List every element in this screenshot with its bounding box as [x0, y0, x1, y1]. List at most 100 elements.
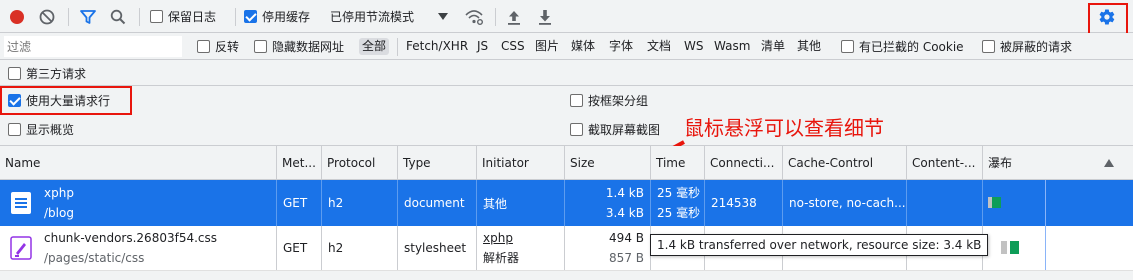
network-conditions-button[interactable]: [464, 0, 484, 33]
type-filter-manifest[interactable]: 清单: [758, 38, 788, 55]
hide-data-urls-check[interactable]: [254, 40, 267, 53]
hide-data-urls-label: 隐藏数据网址: [272, 40, 345, 54]
record-button[interactable]: [8, 0, 26, 33]
cell-name: chunk-vendors.26803f54.css /pages/static…: [0, 226, 277, 270]
disable-cache-check[interactable]: [244, 10, 257, 23]
type-filter-css[interactable]: CSS: [498, 38, 528, 55]
throttling-label: 已停用节流模式: [330, 10, 415, 24]
cell-size: 494 B 857 B: [565, 226, 651, 270]
capture-screenshots-label: 截取屏幕截图: [588, 123, 661, 137]
clear-icon: [39, 9, 55, 24]
cell-cache-control: no-store, no-cach...: [783, 180, 907, 226]
blocked-requests-checkbox[interactable]: 被屏蔽的请求: [982, 30, 1072, 63]
type-filter-fetch-xhr[interactable]: Fetch/XHR: [403, 38, 471, 55]
throttling-select[interactable]: 已停用节流模式: [330, 0, 449, 33]
show-overview-checkbox[interactable]: 显示概览: [8, 115, 74, 144]
invert-label: 反转: [215, 40, 240, 54]
group-by-frame-label: 按框架分组: [588, 94, 649, 108]
size-tooltip: 1.4 kB transferred over network, resourc…: [650, 234, 989, 256]
type-filter-ws[interactable]: WS: [681, 38, 706, 55]
filter-icon: [80, 9, 96, 24]
table-row[interactable]: [0, 270, 1133, 280]
size-transferred: 494 B: [609, 231, 644, 245]
col-header-size[interactable]: Size: [565, 146, 651, 180]
blocked-cookies-label: 有已拦截的 Cookie: [859, 40, 964, 54]
cell-waterfall: [983, 226, 1133, 270]
waterfall-label: 瀑布: [988, 156, 1013, 170]
type-filter-font[interactable]: 字体: [606, 38, 636, 55]
cell-time: 25 毫秒 25 毫秒: [651, 180, 705, 226]
request-path: /blog: [44, 206, 74, 220]
initiator-sub: 解析器: [483, 251, 520, 265]
type-filter-img[interactable]: 图片: [532, 38, 562, 55]
disable-cache-checkbox[interactable]: 停用缓存: [244, 0, 310, 33]
cell-connection: 214538: [705, 180, 783, 226]
stylesheet-icon: [10, 236, 32, 260]
type-filter-doc[interactable]: 文档: [644, 38, 674, 55]
filter-toggle-button[interactable]: [79, 0, 97, 33]
clear-button[interactable]: [38, 0, 56, 33]
preserve-log-label: 保留日志: [168, 10, 217, 24]
cell-content: [907, 180, 983, 226]
hide-data-urls-checkbox[interactable]: 隐藏数据网址: [254, 30, 344, 63]
size-resource: 857 B: [609, 251, 644, 265]
table-row[interactable]: xphp /blog GET h2 document 其他 1.4 kB 3.4…: [0, 180, 1133, 226]
sort-ascending-icon: [1104, 159, 1114, 167]
annotation-text: 鼠标悬浮可以查看细节: [684, 116, 884, 140]
col-header-protocol[interactable]: Protocol: [322, 146, 398, 180]
cell-initiator: 其他: [477, 180, 565, 226]
invert-checkbox[interactable]: 反转: [197, 30, 239, 63]
upload-icon: [508, 10, 520, 25]
dropdown-arrow-icon: [438, 12, 449, 20]
third-party-checkbox[interactable]: 第三方请求: [8, 60, 86, 86]
group-by-frame-checkbox[interactable]: 按框架分组: [570, 86, 648, 115]
preserve-log-checkbox[interactable]: 保留日志: [150, 0, 216, 33]
capture-screenshots-check[interactable]: [570, 123, 583, 136]
type-filter-all[interactable]: 全部: [359, 38, 390, 55]
request-path: /pages/static/css: [44, 251, 145, 265]
type-filter-other[interactable]: 其他: [794, 38, 824, 55]
col-header-name[interactable]: Name: [0, 146, 277, 180]
blocked-requests-check[interactable]: [982, 40, 995, 53]
record-icon: [10, 9, 24, 24]
col-header-connection[interactable]: Connecti...: [705, 146, 783, 180]
size-transferred: 1.4 kB: [605, 186, 644, 200]
request-name: xphp: [44, 186, 74, 200]
blocked-cookies-check[interactable]: [841, 40, 854, 53]
wifi-settings-icon: [465, 9, 483, 25]
col-header-cache-control[interactable]: Cache-Control: [783, 146, 907, 180]
cell-protocol: h2: [322, 226, 398, 270]
initiator-link[interactable]: xphp: [483, 228, 519, 248]
import-har-button[interactable]: [506, 0, 522, 33]
filter-input[interactable]: [4, 36, 182, 57]
col-header-type[interactable]: Type: [398, 146, 477, 180]
disable-cache-label: 停用缓存: [262, 10, 311, 24]
cell-name: xphp /blog: [0, 180, 277, 226]
search-button[interactable]: [109, 0, 127, 33]
col-header-waterfall[interactable]: 瀑布: [983, 146, 1133, 180]
waterfall-queue-bar: [1001, 241, 1007, 254]
type-filter-media[interactable]: 媒体: [568, 38, 598, 55]
show-overview-check[interactable]: [8, 123, 21, 136]
waterfall-dom-line: [1045, 180, 1046, 226]
settings-highlight-box: [1088, 3, 1128, 37]
type-filter-js[interactable]: JS: [474, 38, 491, 55]
preserve-log-check[interactable]: [150, 10, 163, 23]
cell-type: stylesheet: [398, 226, 477, 270]
invert-check[interactable]: [197, 40, 210, 53]
export-har-button[interactable]: [537, 0, 553, 33]
blocked-cookies-checkbox[interactable]: 有已拦截的 Cookie: [841, 30, 964, 63]
col-header-initiator[interactable]: Initiator: [477, 146, 565, 180]
third-party-check[interactable]: [8, 66, 21, 80]
document-icon: [11, 192, 31, 214]
filter-bar: 反转 隐藏数据网址 全部 Fetch/XHR JS CSS 图片 媒体 字体 文…: [0, 33, 1133, 60]
time-latency: 25 毫秒: [657, 206, 701, 220]
col-header-content[interactable]: Content-...: [907, 146, 983, 180]
blocked-requests-label: 被屏蔽的请求: [1000, 40, 1073, 54]
cell-method: GET: [277, 226, 322, 270]
col-header-time[interactable]: Time: [651, 146, 705, 180]
third-party-label: 第三方请求: [26, 66, 87, 81]
group-by-frame-check[interactable]: [570, 94, 583, 107]
col-header-method[interactable]: Met...: [277, 146, 322, 180]
type-filter-wasm[interactable]: Wasm: [711, 38, 753, 55]
